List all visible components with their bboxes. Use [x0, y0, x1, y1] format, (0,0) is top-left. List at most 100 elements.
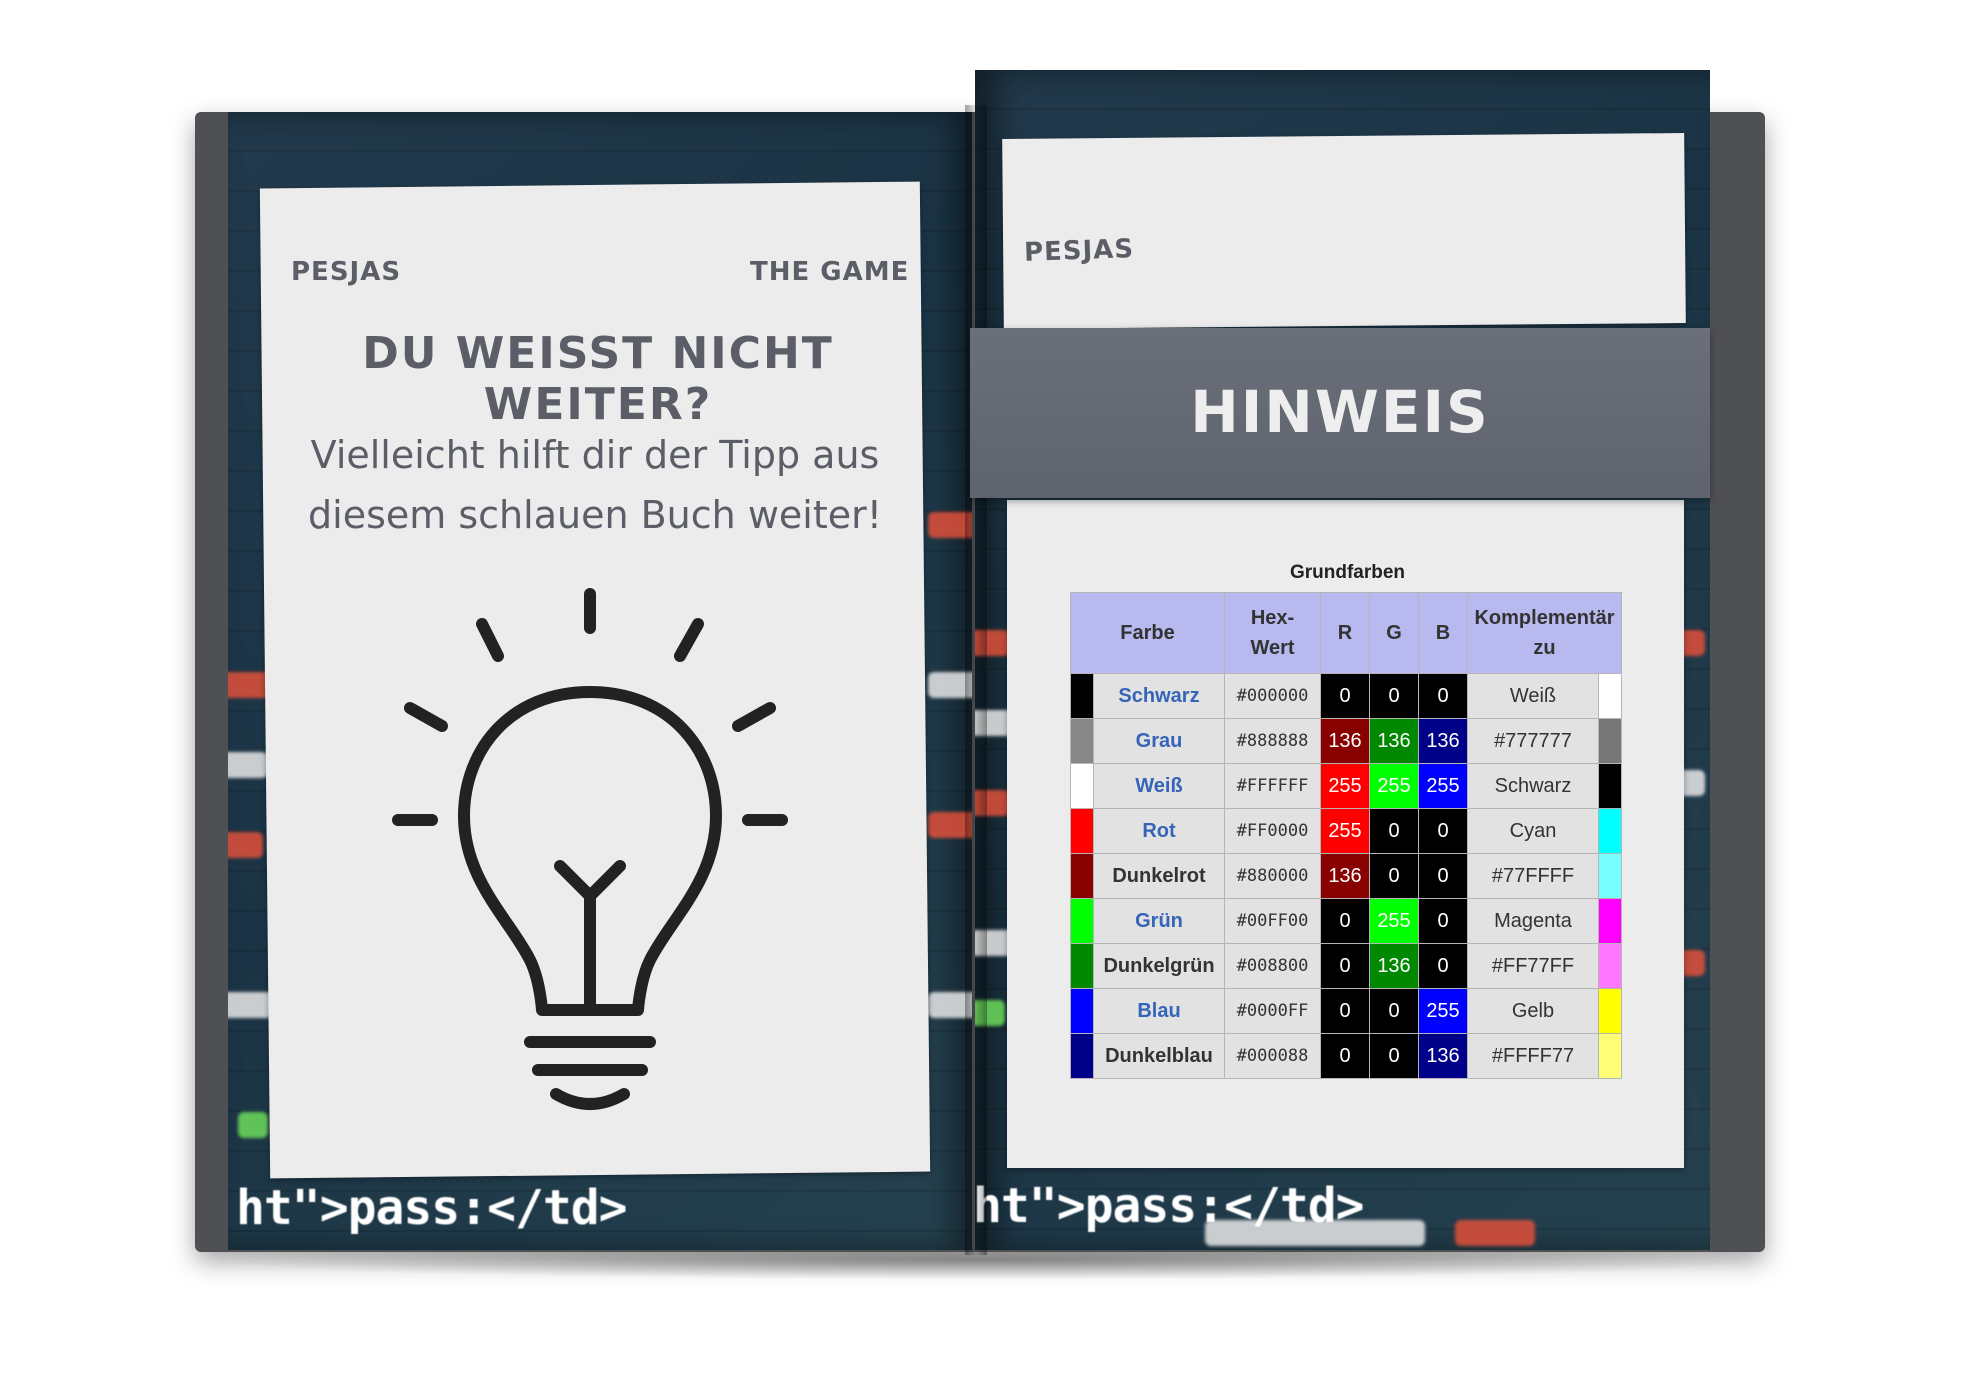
hex-value: #0000FF	[1224, 988, 1321, 1034]
r-value: 0	[1320, 1033, 1370, 1079]
color-name-link[interactable]: Weiß	[1093, 763, 1225, 809]
header-hex-line-2: Wert	[1250, 637, 1295, 659]
hex-value: #000088	[1224, 1033, 1321, 1079]
b-value: 0	[1418, 898, 1468, 944]
g-value: 0	[1369, 1033, 1419, 1079]
table-row: Rot #FF0000 255 0 0 Cyan	[1070, 808, 1622, 854]
g-value: 136	[1369, 718, 1419, 764]
g-value: 136	[1369, 943, 1419, 989]
complement-swatch	[1598, 943, 1622, 989]
r-value: 0	[1320, 988, 1370, 1034]
subtext: Vielleicht hilft dir der Tipp aus diesem…	[285, 425, 905, 545]
complement-swatch	[1598, 808, 1622, 854]
subtext-line-1: Vielleicht hilft dir der Tipp aus	[310, 433, 880, 477]
r-value: 136	[1320, 853, 1370, 899]
hex-value: #00FF00	[1224, 898, 1321, 944]
header-comp-line-1: Komplementär	[1474, 607, 1615, 629]
complement-value: #FFFF77	[1467, 1033, 1599, 1079]
complement-value: #FF77FF	[1467, 943, 1599, 989]
g-value: 255	[1369, 898, 1419, 944]
color-name: Dunkelgrün	[1093, 943, 1225, 989]
hint-title: HINWEIS	[1190, 378, 1490, 446]
color-name-link[interactable]: Rot	[1093, 808, 1225, 854]
complement-value: Weiß	[1467, 673, 1599, 719]
table-row: Schwarz #000000 0 0 0 Weiß	[1070, 673, 1622, 719]
left-code-text: ht">pass:</td>	[236, 1180, 628, 1236]
complement-swatch	[1598, 763, 1622, 809]
table-row: Grau #888888 136 136 136 #777777	[1070, 718, 1622, 764]
hex-value: #008800	[1224, 943, 1321, 989]
header-hex-line-1: Hex-	[1250, 607, 1295, 629]
r-value: 255	[1320, 808, 1370, 854]
lightbulb-icon	[392, 588, 788, 1110]
color-table: Farbe Hex- Wert R G B Komplementär zu Sc…	[1070, 592, 1622, 1079]
g-value: 0	[1369, 808, 1419, 854]
color-swatch	[1070, 718, 1094, 764]
complement-swatch	[1598, 673, 1622, 719]
header-b: B	[1418, 592, 1468, 674]
color-name-link[interactable]: Schwarz	[1093, 673, 1225, 719]
g-value: 0	[1369, 673, 1419, 719]
r-value: 0	[1320, 673, 1370, 719]
r-value: 255	[1320, 763, 1370, 809]
b-value: 255	[1418, 763, 1468, 809]
complement-value: Magenta	[1467, 898, 1599, 944]
complement-value: Gelb	[1467, 988, 1599, 1034]
complement-swatch	[1598, 718, 1622, 764]
g-value: 255	[1369, 763, 1419, 809]
right-brand-label: PESJAS	[1023, 234, 1135, 268]
book-spine	[965, 105, 987, 1255]
color-swatch	[1070, 808, 1094, 854]
header-r: R	[1320, 592, 1370, 674]
color-swatch	[1070, 898, 1094, 944]
g-value: 0	[1369, 988, 1419, 1034]
b-value: 0	[1418, 943, 1468, 989]
right-code-text: ht">pass:</td>	[975, 1178, 1365, 1234]
table-caption: Grundfarben	[1289, 562, 1406, 583]
b-value: 136	[1418, 718, 1468, 764]
complement-swatch	[1598, 988, 1622, 1034]
right-top-paper-sheet	[1002, 133, 1686, 329]
color-swatch	[1070, 763, 1094, 809]
color-swatch	[1070, 1033, 1094, 1079]
complement-value: Cyan	[1467, 808, 1599, 854]
color-swatch	[1070, 853, 1094, 899]
b-value: 0	[1418, 853, 1468, 899]
hex-value: #888888	[1224, 718, 1321, 764]
b-value: 136	[1418, 1033, 1468, 1079]
table-row: Weiß #FFFFFF 255 255 255 Schwarz	[1070, 763, 1622, 809]
game-label: THE GAME	[750, 257, 910, 287]
color-name: Dunkelrot	[1093, 853, 1225, 899]
b-value: 255	[1418, 988, 1468, 1034]
color-name-link[interactable]: Grün	[1093, 898, 1225, 944]
table-header-row: Farbe Hex- Wert R G B Komplementär zu	[1070, 592, 1622, 674]
color-name: Dunkelblau	[1093, 1033, 1225, 1079]
complement-value: #77FFFF	[1467, 853, 1599, 899]
table-row: Dunkelrot #880000 136 0 0 #77FFFF	[1070, 853, 1622, 899]
r-value: 136	[1320, 718, 1370, 764]
complement-swatch	[1598, 1033, 1622, 1079]
b-value: 0	[1418, 808, 1468, 854]
header-farbe: Farbe	[1070, 592, 1225, 674]
g-value: 0	[1369, 853, 1419, 899]
header-komplementaer: Komplementär zu	[1467, 592, 1622, 674]
color-swatch	[1070, 988, 1094, 1034]
table-row: Dunkelblau #000088 0 0 136 #FFFF77	[1070, 1033, 1622, 1079]
table-row: Grün #00FF00 0 255 0 Magenta	[1070, 898, 1622, 944]
header-g: G	[1369, 592, 1419, 674]
color-name-link[interactable]: Blau	[1093, 988, 1225, 1034]
color-swatch	[1070, 943, 1094, 989]
hex-value: #880000	[1224, 853, 1321, 899]
r-value: 0	[1320, 898, 1370, 944]
headline: DU WEISST NICHT WEITER?	[362, 328, 834, 430]
table-row: Dunkelgrün #008800 0 136 0 #FF77FF	[1070, 943, 1622, 989]
subtext-line-2: diesem schlauen Buch weiter!	[308, 493, 882, 537]
header-comp-line-2: zu	[1533, 637, 1556, 659]
color-swatch	[1070, 673, 1094, 719]
r-value: 0	[1320, 943, 1370, 989]
complement-value: Schwarz	[1467, 763, 1599, 809]
hex-value: #FF0000	[1224, 808, 1321, 854]
left-brand-label: PESJAS	[291, 257, 402, 287]
color-name-link[interactable]: Grau	[1093, 718, 1225, 764]
header-hex: Hex- Wert	[1224, 592, 1321, 674]
